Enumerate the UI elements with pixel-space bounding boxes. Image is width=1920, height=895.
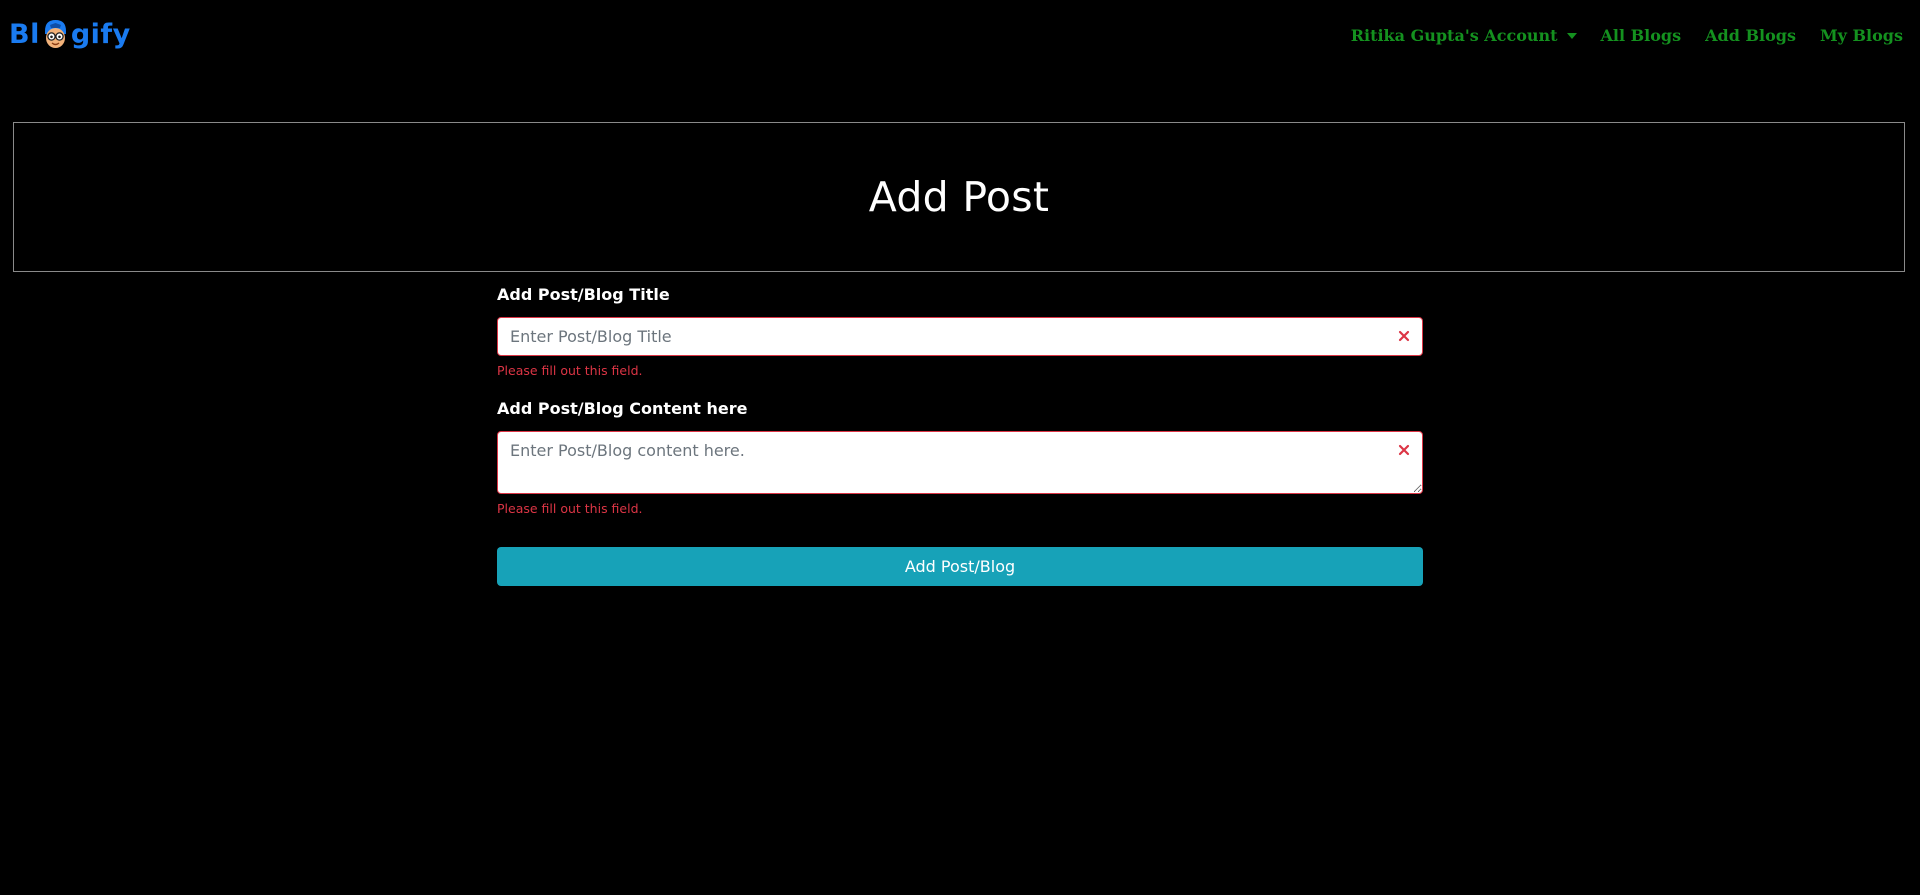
nav-links: Ritika Gupta's Account All Blogs Add Blo… (1351, 26, 1903, 45)
cartoon-face-logo-icon (42, 18, 69, 50)
post-title-input[interactable] (497, 317, 1423, 356)
content-field-label: Add Post/Blog Content here (497, 399, 748, 418)
page-header: Add Post (13, 122, 1905, 272)
title-field-label: Add Post/Blog Title (497, 285, 670, 304)
add-post-button[interactable]: Add Post/Blog (497, 547, 1423, 586)
page-title: Add Post (868, 173, 1050, 221)
title-field-group: Add Post/Blog Title Please fill out this… (497, 285, 1423, 379)
add-post-form: Add Post/Blog Title Please fill out this… (497, 285, 1423, 517)
brand-logo[interactable]: Bl gify (9, 18, 131, 50)
account-dropdown-label: Ritika Gupta's Account (1350, 26, 1558, 45)
x-icon (1397, 443, 1411, 457)
title-input-wrap (497, 317, 1423, 356)
brand-text-suffix: gify (70, 18, 131, 50)
post-content-textarea[interactable] (497, 431, 1423, 494)
account-dropdown[interactable]: Ritika Gupta's Account (1351, 26, 1577, 45)
content-field-group: Add Post/Blog Content here Please fill o… (497, 399, 1423, 517)
nav-link-add-blogs[interactable]: Add Blogs (1705, 26, 1796, 45)
nav-link-my-blogs[interactable]: My Blogs (1820, 26, 1903, 45)
content-error-message: Please fill out this field. (497, 501, 643, 516)
brand-text-prefix: Bl (9, 18, 40, 50)
x-icon (1397, 329, 1411, 343)
content-input-wrap (497, 431, 1423, 494)
caret-down-icon (1566, 33, 1577, 39)
nav-link-all-blogs[interactable]: All Blogs (1601, 26, 1682, 45)
navbar: Bl gify Ritika Gupta's Account All Blogs… (0, 0, 1920, 76)
title-error-message: Please fill out this field. (497, 363, 643, 378)
